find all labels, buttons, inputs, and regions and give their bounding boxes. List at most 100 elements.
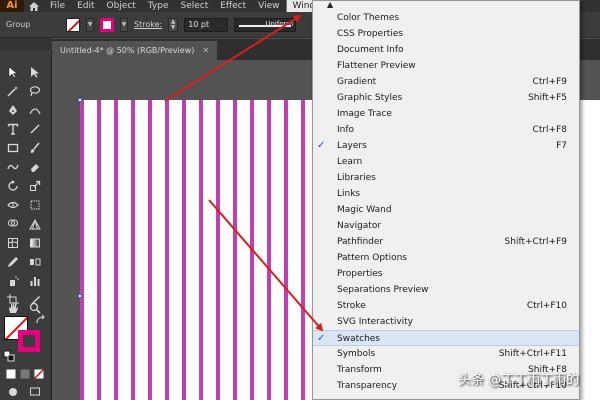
eraser-tool-icon[interactable] — [26, 159, 44, 174]
rectangle-tool-icon[interactable] — [4, 140, 22, 155]
menu-item-navigator[interactable]: Navigator — [313, 218, 579, 234]
menu-item-label: CSS Properties — [337, 29, 404, 39]
blend-tool-icon[interactable] — [26, 254, 44, 269]
stripe[interactable] — [165, 100, 169, 400]
menu-item-learn[interactable]: Learn — [313, 154, 579, 170]
anchor-point[interactable] — [78, 98, 82, 102]
menu-item-magic-wand[interactable]: Magic Wand — [313, 202, 579, 218]
menu-item-symbols[interactable]: Symbols Shift+Ctrl+F11 — [313, 346, 579, 362]
stroke-label[interactable]: Stroke: — [134, 20, 162, 29]
menu-item-label: Transparency — [337, 381, 398, 391]
close-icon[interactable]: ✕ — [202, 41, 209, 60]
line-tool-icon[interactable] — [26, 121, 44, 136]
scale-tool-icon[interactable] — [26, 178, 44, 193]
menu-item-separations-preview[interactable]: Separations Preview — [313, 282, 579, 298]
stripe[interactable] — [267, 100, 271, 400]
menu-object[interactable]: Object — [101, 0, 142, 12]
stroke-weight-stepper[interactable]: ▲ ▼ — [168, 17, 179, 32]
stripe[interactable] — [148, 100, 152, 400]
menu-item-gradient[interactable]: Gradient Ctrl+F9 — [313, 74, 579, 90]
stripe[interactable] — [97, 100, 101, 400]
menu-item-label: Color Themes — [337, 13, 400, 23]
none-mode-icon[interactable] — [30, 366, 48, 381]
menu-item-shortcut: Shift+Ctrl+F11 — [498, 349, 567, 359]
selection-type-label: Group — [6, 20, 31, 29]
screen-mode-icon[interactable] — [26, 384, 44, 399]
stroke-color-box[interactable] — [18, 330, 40, 352]
menu-item-layers[interactable]: ✓ Layers F7 — [313, 138, 579, 154]
illustrator-logo: Ai — [0, 0, 24, 12]
menu-item-label: Pathfinder — [337, 237, 384, 247]
menu-item-libraries[interactable]: Libraries — [313, 170, 579, 186]
stripe[interactable] — [199, 100, 203, 400]
stripe[interactable] — [250, 100, 254, 400]
stripe[interactable] — [233, 100, 237, 400]
default-colors-icon[interactable] — [0, 348, 18, 363]
stroke-profile-dropdown[interactable]: Uniform — [234, 17, 297, 32]
stroke-dropdown-icon[interactable]: ▼ — [120, 17, 128, 32]
menu-item-pathfinder[interactable]: Pathfinder Shift+Ctrl+F9 — [313, 234, 579, 250]
stripe[interactable] — [182, 100, 186, 400]
stripe[interactable] — [131, 100, 135, 400]
menu-type[interactable]: Type — [142, 0, 175, 12]
menu-item-stroke[interactable]: Stroke Ctrl+F10 — [313, 298, 579, 314]
column-graph-tool-icon[interactable] — [26, 273, 44, 288]
type-tool-icon[interactable] — [4, 121, 22, 136]
home-icon[interactable] — [24, 0, 44, 12]
menu-item-info[interactable]: Info Ctrl+F8 — [313, 122, 579, 138]
stripe[interactable] — [114, 100, 118, 400]
menu-item-image-trace[interactable]: Image Trace — [313, 106, 579, 122]
menu-effect[interactable]: Effect — [214, 0, 252, 12]
menu-item-label: Pattern Options — [337, 253, 407, 263]
eyedropper-tool-icon[interactable] — [4, 254, 22, 269]
lasso-tool-icon[interactable] — [26, 83, 44, 98]
fill-dropdown-icon[interactable]: ▼ — [86, 17, 94, 32]
stripe[interactable] — [284, 100, 288, 400]
pen-tool-icon[interactable] — [4, 102, 22, 117]
menu-item-document-info[interactable]: Document Info — [313, 42, 579, 58]
menu-item-properties[interactable]: Properties — [313, 266, 579, 282]
anchor-point[interactable] — [78, 294, 82, 298]
magic-wand-tool-icon[interactable] — [4, 83, 22, 98]
shape-builder-tool-icon[interactable] — [4, 216, 22, 231]
menu-item-label: Swatches — [337, 334, 380, 344]
swap-colors-icon[interactable] — [32, 312, 50, 327]
menu-item-pattern-options[interactable]: Pattern Options — [313, 250, 579, 266]
stripe[interactable] — [301, 100, 305, 400]
symbol-sprayer-tool-icon[interactable] — [4, 273, 22, 288]
paintbrush-tool-icon[interactable] — [26, 140, 44, 155]
menu-view[interactable]: View — [252, 0, 285, 12]
stripe[interactable] — [80, 100, 84, 400]
menu-item-links[interactable]: Links — [313, 186, 579, 202]
stroke-weight-field[interactable]: 10 pt — [184, 17, 229, 32]
gradient-tool-icon[interactable] — [26, 235, 44, 250]
curvature-tool-icon[interactable] — [26, 102, 44, 117]
menu-item-flattener-preview[interactable]: Flattener Preview — [313, 58, 579, 74]
menu-item-shortcut: F7 — [556, 141, 567, 151]
rotate-tool-icon[interactable] — [4, 178, 22, 193]
menu-item-color-themes[interactable]: Color Themes — [313, 10, 579, 26]
hand-tool-icon[interactable] — [4, 300, 22, 315]
selection-tool-icon[interactable] — [4, 64, 22, 79]
shaper-tool-icon[interactable] — [4, 159, 22, 174]
menu-item-label: Magic Wand — [337, 205, 392, 215]
menu-item-css-properties[interactable]: CSS Properties — [313, 26, 579, 42]
perspective-grid-tool-icon[interactable] — [26, 216, 44, 231]
stroke-color-swatch[interactable] — [100, 17, 114, 32]
fill-color-swatch[interactable] — [66, 17, 80, 32]
menu-item-graphic-styles[interactable]: Graphic Styles Shift+F5 — [313, 90, 579, 106]
menu-select[interactable]: Select — [174, 0, 214, 12]
stripe[interactable] — [216, 100, 220, 400]
menu-item-shortcut: Shift+F5 — [528, 93, 567, 103]
direct-selection-tool-icon[interactable] — [26, 64, 44, 79]
panel-grip[interactable] — [0, 38, 52, 50]
menu-file[interactable]: File — [44, 0, 71, 12]
menu-item-svg-interactivity[interactable]: SVG Interactivity — [313, 314, 579, 330]
menu-item-swatches[interactable]: ✓ Swatches — [313, 330, 579, 346]
document-tab[interactable]: Untitled-4* @ 50% (RGB/Preview) ✕ — [52, 41, 218, 60]
menu-edit[interactable]: Edit — [71, 0, 100, 12]
mesh-tool-icon[interactable] — [4, 235, 22, 250]
free-transform-tool-icon[interactable] — [26, 197, 44, 212]
width-tool-icon[interactable] — [4, 197, 22, 212]
drawing-mode-icon[interactable] — [4, 384, 22, 399]
